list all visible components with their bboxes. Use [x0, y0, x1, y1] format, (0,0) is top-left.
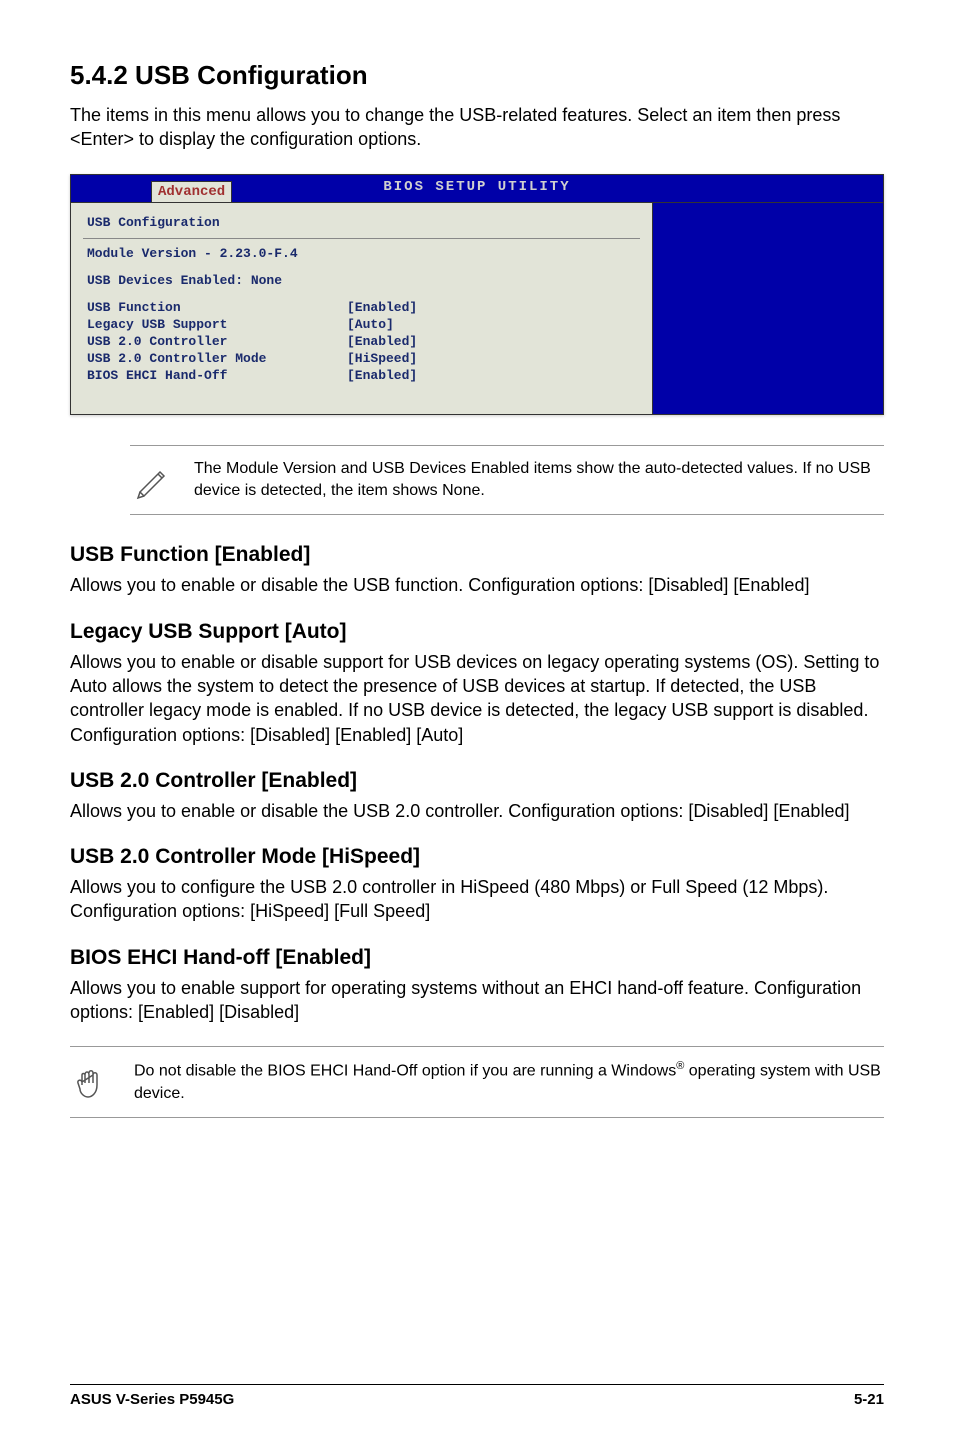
bios-row-value: [Enabled]: [347, 334, 417, 349]
footer-product: ASUS V-Series P5945G: [70, 1391, 234, 1408]
bios-row-value: [HiSpeed]: [347, 351, 417, 366]
bios-panel-title: USB Configuration: [83, 211, 640, 234]
bios-row-legacy-usb[interactable]: Legacy USB Support [Auto]: [83, 316, 640, 333]
bios-row-label: USB 2.0 Controller: [87, 334, 347, 349]
hand-icon: [70, 1059, 114, 1101]
bios-row-ehci-handoff[interactable]: BIOS EHCI Hand-Off [Enabled]: [83, 367, 640, 384]
body-legacy-usb: Allows you to enable or disable support …: [70, 650, 884, 747]
heading-legacy-usb: Legacy USB Support [Auto]: [70, 620, 884, 644]
heading-usb20-mode: USB 2.0 Controller Mode [HiSpeed]: [70, 845, 884, 869]
bios-devices-enabled: USB Devices Enabled: None: [83, 272, 640, 289]
bios-tab-advanced[interactable]: Advanced: [151, 181, 232, 202]
note-text: Do not disable the BIOS EHCI Hand-Off op…: [134, 1059, 884, 1105]
body-ehci-handoff: Allows you to enable support for operati…: [70, 976, 884, 1025]
bios-help-panel: [653, 203, 883, 414]
bios-header: BIOS SETUP UTILITY Advanced: [71, 175, 883, 203]
bios-row-value: [Enabled]: [347, 368, 417, 383]
bios-title: BIOS SETUP UTILITY: [383, 179, 570, 195]
section-intro: The items in this menu allows you to cha…: [70, 103, 884, 152]
bios-row-usb20-controller[interactable]: USB 2.0 Controller [Enabled]: [83, 333, 640, 350]
bios-setup-window: BIOS SETUP UTILITY Advanced USB Configur…: [70, 174, 884, 415]
heading-ehci-handoff: BIOS EHCI Hand-off [Enabled]: [70, 946, 884, 970]
bios-module-version: Module Version - 2.23.0-F.4: [83, 245, 640, 262]
bios-row-label: BIOS EHCI Hand-Off: [87, 368, 347, 383]
bios-row-value: [Enabled]: [347, 300, 417, 315]
note-text: The Module Version and USB Devices Enabl…: [194, 458, 884, 503]
body-usb20-mode: Allows you to configure the USB 2.0 cont…: [70, 875, 884, 924]
note-text-part1: Do not disable the BIOS EHCI Hand-Off op…: [134, 1063, 676, 1080]
heading-usb20-controller: USB 2.0 Controller [Enabled]: [70, 769, 884, 793]
bios-row-label: Legacy USB Support: [87, 317, 347, 332]
section-heading: 5.4.2 USB Configuration: [70, 60, 884, 91]
bios-row-label: USB 2.0 Controller Mode: [87, 351, 347, 366]
bios-row-usb20-mode[interactable]: USB 2.0 Controller Mode [HiSpeed]: [83, 350, 640, 367]
bios-row-usb-function[interactable]: USB Function [Enabled]: [83, 299, 640, 316]
note-module-version: The Module Version and USB Devices Enabl…: [130, 445, 884, 516]
note-ehci-warning: Do not disable the BIOS EHCI Hand-Off op…: [70, 1046, 884, 1118]
pencil-icon: [130, 458, 174, 500]
body-usb-function: Allows you to enable or disable the USB …: [70, 573, 884, 597]
page-footer: ASUS V-Series P5945G 5-21: [70, 1384, 884, 1408]
body-usb20-controller: Allows you to enable or disable the USB …: [70, 799, 884, 823]
heading-usb-function: USB Function [Enabled]: [70, 543, 884, 567]
bios-row-value: [Auto]: [347, 317, 394, 332]
bios-main-panel: USB Configuration Module Version - 2.23.…: [71, 203, 653, 414]
bios-row-label: USB Function: [87, 300, 347, 315]
footer-page-number: 5-21: [854, 1391, 884, 1408]
